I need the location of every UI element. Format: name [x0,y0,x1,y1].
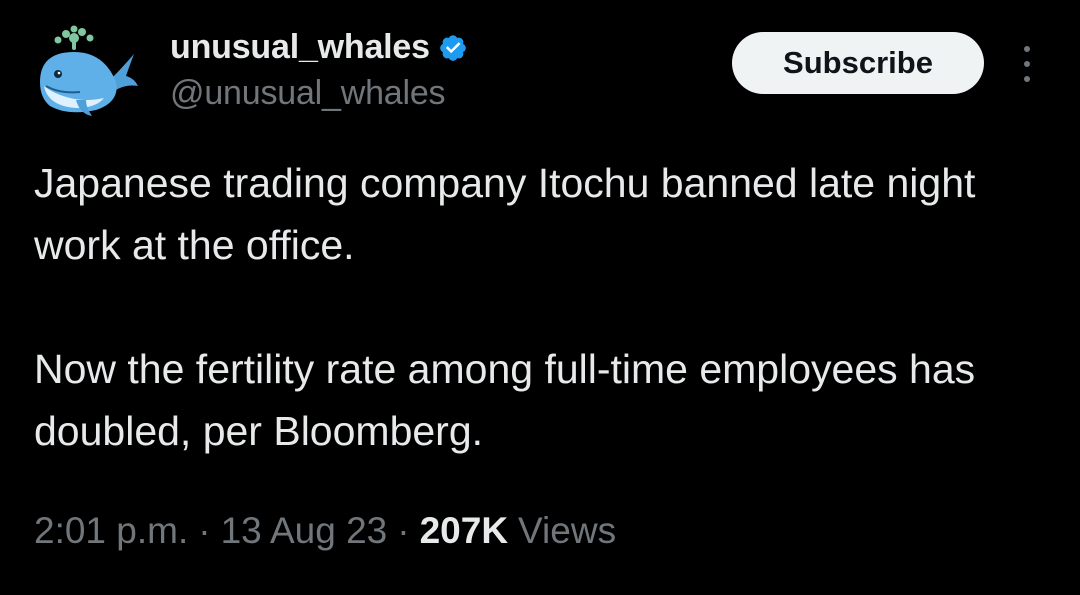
verified-badge-icon[interactable] [438,33,468,63]
views-label: Views [518,510,617,551]
more-dot [1024,76,1030,82]
name-row: unusual_whales [170,26,468,68]
tweet-time[interactable]: 2:01 p.m. [34,510,188,552]
display-name[interactable]: unusual_whales [170,28,430,67]
tweet-paragraph-2: Now the fertility rate among full-time e… [34,346,976,454]
more-vertical-icon[interactable] [1012,44,1042,84]
tweet-paragraph-1: Japanese trading company Itochu banned l… [34,160,976,268]
subscribe-button[interactable]: Subscribe [732,32,984,94]
views-count[interactable]: 207K [420,510,508,552]
whale-avatar-icon[interactable] [30,24,138,120]
tweet-text: Japanese trading company Itochu banned l… [34,152,1044,462]
author-block: unusual_whales @unusual_whales [170,26,468,113]
more-dot [1024,61,1030,67]
tweet: unusual_whales @unusual_whales Subscribe… [0,0,1080,595]
author-handle[interactable]: @unusual_whales [170,74,468,113]
meta-separator: · [397,510,410,551]
tweet-meta: 2:01 p.m. · 13 Aug 23 · 207K Views [34,510,616,552]
more-dot [1024,46,1030,52]
tweet-date[interactable]: 13 Aug 23 [221,510,388,552]
meta-separator: · [198,510,211,551]
